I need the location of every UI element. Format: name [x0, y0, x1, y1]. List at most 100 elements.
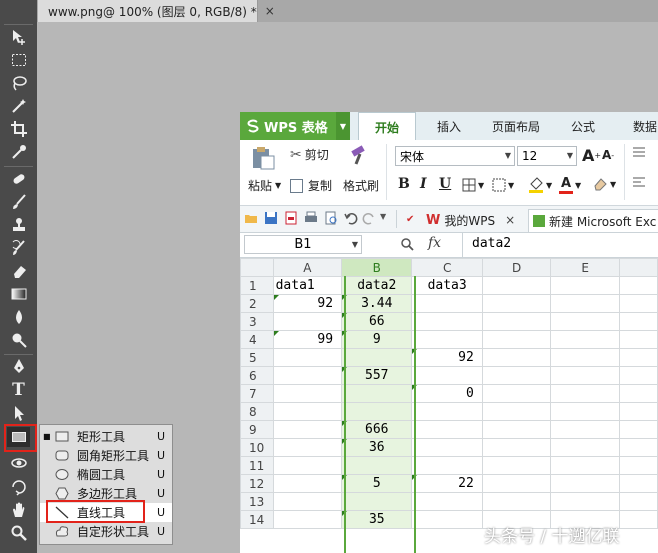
cell-d10[interactable] — [481, 438, 552, 457]
undo-icon[interactable] — [344, 211, 358, 225]
tab-insert[interactable]: 插入 — [422, 112, 476, 140]
row-header[interactable]: 6 — [240, 366, 274, 385]
fill-color-button[interactable]: ▼ — [528, 176, 552, 194]
cell-c3[interactable] — [411, 312, 483, 331]
font-name-select[interactable]: 宋体 ▼ — [395, 146, 515, 166]
history-brush-icon[interactable] — [7, 238, 30, 258]
row-header[interactable]: 8 — [240, 402, 274, 421]
cell-e12[interactable] — [550, 474, 620, 493]
row-header[interactable]: 11 — [240, 456, 274, 475]
row-header[interactable]: 10 — [240, 438, 274, 457]
cell-f5[interactable] — [618, 348, 658, 367]
cell-f12[interactable] — [618, 474, 658, 493]
column-header-f[interactable] — [618, 258, 658, 277]
paste-button[interactable]: 粘贴 ▼ — [248, 177, 281, 194]
underline-button[interactable]: U — [439, 176, 451, 192]
export-pdf-icon[interactable] — [284, 211, 298, 225]
cell-e5[interactable] — [550, 348, 620, 367]
bold-button[interactable]: B — [398, 176, 410, 192]
cell-d1[interactable] — [481, 276, 552, 295]
cell-f8[interactable] — [618, 402, 658, 421]
row-header[interactable]: 14 — [240, 510, 274, 529]
cut-button[interactable]: ✂ 剪切 — [290, 146, 329, 163]
doc-tab-my-wps[interactable]: W 我的WPS × — [426, 209, 515, 231]
cell-d6[interactable] — [481, 366, 552, 385]
fx-icon[interactable]: fx — [428, 235, 441, 251]
cell-d7[interactable] — [481, 384, 552, 403]
ellipse-tool-item[interactable]: 椭圆工具 U — [40, 465, 172, 484]
align-top-icon[interactable] — [632, 146, 646, 160]
formula-input[interactable]: data2 — [472, 236, 511, 251]
cell-e6[interactable] — [550, 366, 620, 385]
row-header[interactable]: 12 — [240, 474, 274, 493]
cell-e3[interactable] — [550, 312, 620, 331]
pin-icon[interactable]: ✔ — [406, 214, 414, 225]
healing-brush-icon[interactable] — [7, 169, 30, 189]
move-icon[interactable] — [7, 27, 30, 47]
rounded-rectangle-tool-item[interactable]: 圆角矩形工具 U — [40, 446, 172, 465]
cell-f3[interactable] — [618, 312, 658, 331]
paste-icon[interactable] — [250, 146, 276, 170]
cell-b1[interactable]: data2 — [341, 276, 413, 295]
print-icon[interactable] — [304, 211, 318, 225]
clone-stamp-icon[interactable] — [7, 215, 30, 235]
cell-a7[interactable] — [272, 384, 343, 403]
cell-a4[interactable]: 99 — [272, 330, 343, 349]
cell-c1[interactable]: data3 — [411, 276, 483, 295]
cell-c5[interactable]: 92 — [411, 348, 483, 367]
cell-e10[interactable] — [550, 438, 620, 457]
copy-button[interactable]: 复制 — [290, 177, 332, 194]
borders-button[interactable]: ▼ — [462, 178, 484, 192]
cell-a1[interactable]: data1 — [272, 276, 343, 295]
tab-page-layout[interactable]: 页面布局 — [480, 112, 552, 140]
cell-c2[interactable] — [411, 294, 483, 313]
cell-b5[interactable] — [341, 348, 413, 367]
italic-button[interactable]: I — [420, 176, 427, 192]
cell-a10[interactable] — [272, 438, 343, 457]
cell-f14[interactable] — [618, 510, 658, 529]
custom-shape-tool-item[interactable]: 自定形状工具 U — [40, 522, 172, 541]
crop-icon[interactable] — [7, 119, 30, 139]
eyedropper-icon[interactable] — [7, 142, 30, 162]
zoom-icon[interactable] — [7, 523, 30, 543]
blur-icon[interactable] — [7, 307, 30, 327]
name-box[interactable]: B1 ▼ — [244, 235, 362, 254]
column-header-a[interactable]: A — [272, 258, 343, 277]
close-icon[interactable]: × — [265, 4, 275, 18]
row-header[interactable]: 5 — [240, 348, 274, 367]
close-icon[interactable]: × — [505, 213, 515, 227]
paste-dropdown-icon[interactable]: ▼ — [275, 181, 281, 190]
lasso-icon[interactable] — [7, 73, 30, 93]
font-size-select[interactable]: 12 ▼ — [517, 146, 577, 166]
column-header-b[interactable]: B — [341, 258, 413, 277]
cell-d11[interactable] — [481, 456, 552, 475]
cell-d12[interactable] — [481, 474, 552, 493]
cell-c6[interactable] — [411, 366, 483, 385]
column-header-c[interactable]: C — [411, 258, 483, 277]
cell-e8[interactable] — [550, 402, 620, 421]
cell-d8[interactable] — [481, 402, 552, 421]
dodge-icon[interactable] — [7, 330, 30, 350]
tab-data[interactable]: 数据 — [618, 112, 658, 140]
brush-icon[interactable] — [7, 192, 30, 212]
cell-a6[interactable] — [272, 366, 343, 385]
row-header[interactable]: 4 — [240, 330, 274, 349]
cell-e1[interactable] — [550, 276, 620, 295]
cell-e2[interactable] — [550, 294, 620, 313]
cell-f2[interactable] — [618, 294, 658, 313]
cell-a14[interactable] — [272, 510, 343, 529]
row-header[interactable]: 2 — [240, 294, 274, 313]
cell-d3[interactable] — [481, 312, 552, 331]
cell-f4[interactable] — [618, 330, 658, 349]
doc-tab-new-workbook[interactable]: 新建 Microsoft Exc — [528, 209, 658, 232]
3d-orbit-icon[interactable] — [7, 477, 30, 497]
cell-a9[interactable] — [272, 420, 343, 439]
redo-icon[interactable] — [362, 211, 376, 225]
save-icon[interactable] — [264, 211, 278, 225]
cell-b2[interactable]: 3.44 — [341, 294, 413, 313]
eraser-icon[interactable] — [7, 261, 30, 281]
path-selection-icon[interactable] — [7, 403, 30, 423]
tab-home[interactable]: 开始 — [358, 112, 416, 141]
wps-app-menu[interactable]: WPS 表格 ▼ — [240, 112, 350, 140]
app-menu-dropdown-icon[interactable]: ▼ — [336, 112, 350, 140]
